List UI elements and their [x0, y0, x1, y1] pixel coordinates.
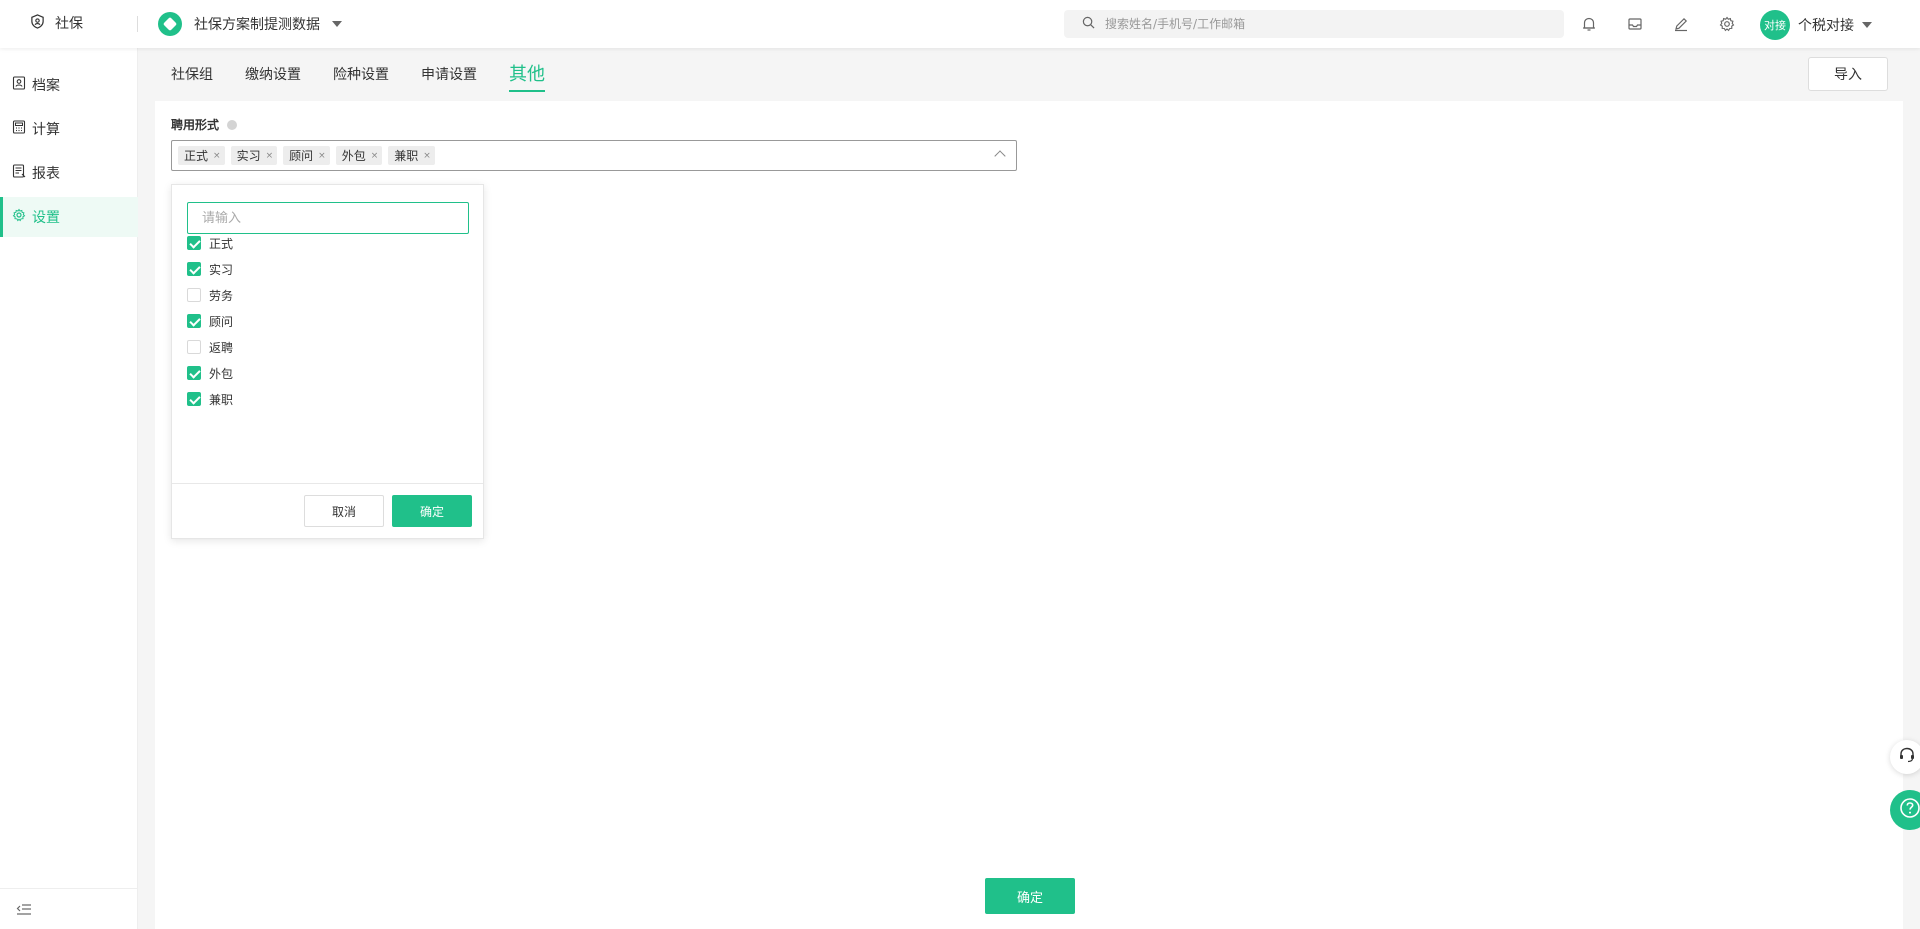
checkbox[interactable] — [187, 366, 201, 380]
checkbox[interactable] — [187, 236, 201, 250]
inbox-icon[interactable] — [1626, 15, 1644, 33]
selected-tag: 正式 × — [178, 146, 225, 165]
close-icon[interactable]: × — [213, 151, 221, 161]
footer-bar: 确定 — [155, 862, 1903, 929]
employment-type-select[interactable]: 正式 × 实习 × 顾问 × 外包 × 兼职 × — [171, 140, 1017, 171]
header-divider — [137, 16, 138, 32]
question-icon — [1899, 797, 1920, 823]
checkbox[interactable] — [187, 288, 201, 302]
global-search — [1064, 10, 1564, 38]
report-icon — [12, 164, 26, 182]
field-label-text: 聘用形式 — [171, 118, 220, 132]
close-icon[interactable]: × — [318, 151, 326, 161]
confirm-button[interactable]: 确定 — [985, 878, 1075, 914]
sidebar-item-profile[interactable]: 档案 — [0, 65, 138, 105]
sidebar-item-label: 报表 — [32, 166, 60, 182]
option-label: 实习 — [209, 262, 234, 277]
shield-icon — [30, 13, 45, 33]
cancel-button[interactable]: 取消 — [304, 495, 384, 527]
search-input[interactable] — [1105, 17, 1545, 31]
sidebar-item-label: 计算 — [32, 122, 60, 138]
option-label: 返聘 — [209, 340, 234, 355]
dropdown-divider — [172, 483, 483, 484]
close-icon[interactable]: × — [371, 151, 379, 161]
selected-tag: 外包 × — [335, 146, 383, 165]
sidebar-item-report[interactable]: 报表 — [0, 153, 138, 193]
tag-label: 实习 — [236, 149, 261, 163]
sidebar-item-calculate[interactable]: 计算 — [0, 109, 138, 149]
settings-tabs: 社保组 缴纳设置 险种设置 申请设置 其他 — [171, 60, 545, 92]
chevron-up-icon — [994, 150, 1006, 162]
option-label: 正式 — [209, 236, 234, 251]
option-labor[interactable]: 劳务 — [187, 285, 233, 305]
settings-panel: 聘用形式 正式 × 实习 × 顾问 × 外包 × 兼职 × 正式 实习 劳务 顾问 返聘 — [155, 101, 1903, 862]
selected-tag: 实习 × — [230, 146, 278, 165]
bell-icon[interactable] — [1580, 15, 1598, 33]
close-icon[interactable]: × — [423, 151, 431, 161]
scheme-name: 社保方案制提测数据 — [194, 17, 320, 33]
option-intern[interactable]: 实习 — [187, 259, 233, 279]
gear-icon — [12, 208, 26, 226]
info-icon[interactable] — [227, 119, 238, 130]
option-label: 兼职 — [209, 392, 234, 407]
search-icon — [1082, 16, 1105, 33]
customer-service-button[interactable] — [1890, 740, 1920, 774]
option-consultant[interactable]: 顾问 — [187, 311, 233, 331]
option-label: 外包 — [209, 366, 234, 381]
checkbox[interactable] — [187, 392, 201, 406]
user-menu[interactable]: 对接 个税对接 — [1760, 10, 1872, 40]
close-icon[interactable]: × — [266, 151, 274, 161]
sidebar-item-label: 档案 — [32, 78, 60, 94]
avatar: 对接 — [1760, 10, 1790, 40]
module-switcher[interactable]: 社保 — [30, 13, 83, 33]
option-formal[interactable]: 正式 — [187, 233, 233, 253]
tab-social-group[interactable]: 社保组 — [171, 60, 213, 92]
checkbox[interactable] — [187, 262, 201, 276]
module-label: 社保 — [55, 16, 83, 32]
chevron-down-icon — [332, 21, 342, 27]
chevron-down-icon — [1862, 22, 1872, 28]
option-outsource[interactable]: 外包 — [187, 363, 233, 383]
tag-label: 兼职 — [394, 149, 419, 163]
sidebar-item-settings[interactable]: 设置 — [0, 197, 138, 237]
selected-tag: 顾问 × — [283, 146, 330, 165]
checkbox[interactable] — [187, 314, 201, 328]
tab-insurance-settings[interactable]: 险种设置 — [333, 60, 389, 92]
selected-tag: 兼职 × — [388, 146, 435, 165]
sidebar-footer — [0, 888, 138, 929]
ok-button[interactable]: 确定 — [392, 495, 472, 527]
tag-label: 外包 — [341, 149, 366, 163]
scheme-logo-icon — [158, 12, 182, 36]
option-part-time[interactable]: 兼职 — [187, 389, 233, 409]
employment-type-label: 聘用形式 — [171, 116, 238, 133]
calculator-icon — [12, 120, 26, 138]
option-label: 顾问 — [209, 314, 234, 329]
sidebar: 档案 计算 报表 设置 — [0, 48, 138, 929]
profile-icon — [12, 76, 26, 94]
collapse-menu-icon[interactable] — [16, 903, 32, 917]
checkbox[interactable] — [187, 340, 201, 354]
tab-application-settings[interactable]: 申请设置 — [421, 60, 477, 92]
edit-icon[interactable] — [1672, 15, 1690, 33]
dropdown-search-input[interactable] — [187, 202, 469, 234]
sidebar-item-label: 设置 — [32, 210, 60, 226]
scheme-selector[interactable]: 社保方案制提测数据 — [158, 12, 342, 36]
tag-label: 正式 — [184, 149, 209, 163]
user-name: 个税对接 — [1798, 18, 1854, 34]
import-button[interactable]: 导入 — [1808, 57, 1888, 91]
option-label: 劳务 — [209, 288, 234, 303]
top-header: 社保 社保方案制提测数据 对接 个税对接 — [0, 0, 1920, 48]
headset-icon — [1898, 746, 1916, 768]
tag-label: 顾问 — [289, 149, 314, 163]
employment-type-dropdown: 正式 实习 劳务 顾问 返聘 外包 兼职 取消 确定 — [171, 184, 484, 539]
option-rehire[interactable]: 返聘 — [187, 337, 233, 357]
tab-payment-settings[interactable]: 缴纳设置 — [245, 60, 301, 92]
settings-icon[interactable] — [1718, 15, 1736, 33]
tab-other[interactable]: 其他 — [509, 60, 545, 92]
